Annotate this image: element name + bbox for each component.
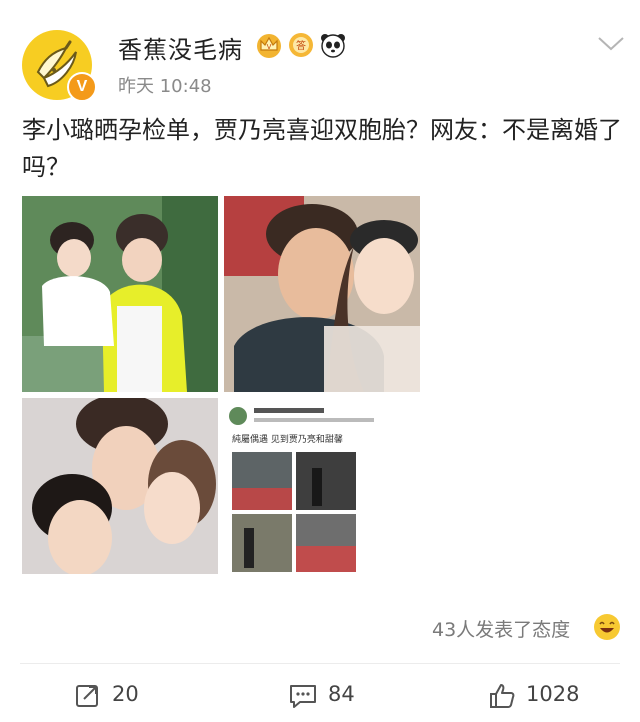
thumbs-up-icon bbox=[490, 684, 515, 708]
post-header: V 香蕉没毛病 V 答 昨天 10:48 bbox=[0, 0, 640, 110]
comment-count: 84 bbox=[328, 682, 355, 706]
photo-image bbox=[224, 196, 420, 392]
post-text: 李小璐晒孕检单，贾乃亮喜迎双胞胎？网友：不是离婚了吗？ bbox=[22, 116, 622, 181]
verified-badge: V bbox=[67, 72, 97, 102]
photo-3[interactable] bbox=[22, 398, 218, 594]
photo-image bbox=[22, 196, 218, 392]
photo-2[interactable] bbox=[224, 196, 420, 392]
post-timestamp[interactable]: 昨天 10:48 bbox=[118, 72, 212, 98]
divider bbox=[20, 663, 620, 664]
photo-4[interactable]: 純屬偶遇 见到贾乃亮和甜馨 bbox=[224, 398, 420, 594]
chevron-down-icon[interactable] bbox=[596, 34, 626, 54]
repost-button[interactable]: 20 bbox=[74, 678, 194, 714]
reaction-summary[interactable]: 43人发表了态度 bbox=[432, 615, 570, 642]
repost-icon bbox=[76, 685, 98, 707]
svg-text:V: V bbox=[267, 43, 272, 51]
embedded-screenshot-image: 純屬偶遇 见到贾乃亮和甜馨 bbox=[224, 398, 420, 594]
like-count: 1028 bbox=[526, 682, 580, 706]
photo-1[interactable] bbox=[22, 196, 218, 392]
embedded-caption: 純屬偶遇 见到贾乃亮和甜馨 bbox=[232, 433, 343, 445]
comment-icon bbox=[290, 685, 316, 708]
laughing-emoji-icon[interactable] bbox=[592, 612, 622, 642]
medal-icon[interactable]: 答 bbox=[287, 31, 315, 59]
repost-count: 20 bbox=[112, 682, 139, 706]
svg-text:答: 答 bbox=[296, 39, 306, 52]
username[interactable]: 香蕉没毛病 bbox=[118, 30, 243, 65]
photo-image bbox=[22, 398, 218, 594]
comment-button[interactable]: 84 bbox=[288, 678, 408, 714]
like-button[interactable]: 1028 bbox=[488, 678, 618, 714]
crown-icon[interactable]: V bbox=[255, 31, 283, 59]
panda-icon[interactable] bbox=[319, 31, 347, 59]
